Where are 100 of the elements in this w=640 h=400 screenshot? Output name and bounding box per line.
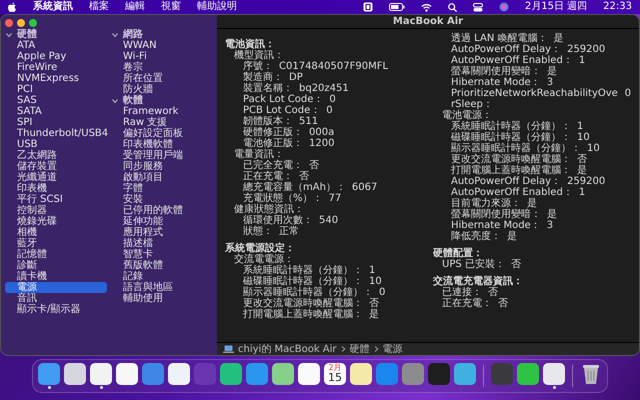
sidebar-item[interactable]: 啟動項目 <box>111 172 213 183</box>
report-value: 259200 <box>567 44 606 55</box>
sidebar-item[interactable]: NVMExpress <box>5 73 107 84</box>
breadcrumb-item[interactable]: 電源 <box>382 342 403 355</box>
sidebar-item[interactable]: WWAN <box>111 40 213 51</box>
chevron-icon[interactable] <box>111 96 119 104</box>
minimize-button[interactable] <box>17 19 25 27</box>
sidebar-item[interactable]: 智慧卡 <box>111 249 213 260</box>
sidebar-item[interactable]: 乙太網路 <box>5 150 107 161</box>
sidebar-item[interactable]: 卷宗 <box>111 62 213 73</box>
sidebar-item[interactable]: 印表機 <box>5 183 107 194</box>
breadcrumb-item[interactable]: 硬體 <box>350 342 370 355</box>
app-icon[interactable] <box>64 363 86 385</box>
menu-bar-date[interactable]: 2月15日 週四 <box>524 0 588 14</box>
report-label: Pack Lot Code： <box>243 94 324 105</box>
sidebar-item[interactable]: 語言與地區 <box>111 282 213 293</box>
sidebar-item[interactable]: 同步服務 <box>111 161 213 172</box>
close-button[interactable] <box>5 19 13 27</box>
menu-item[interactable]: 編輯 <box>125 0 145 14</box>
section-label: 網路 <box>123 29 143 40</box>
zoom-button[interactable] <box>29 19 37 27</box>
menu-item[interactable]: 輔助說明 <box>197 0 237 14</box>
sidebar-item[interactable]: 讀卡機 <box>5 271 107 282</box>
app-icon[interactable] <box>272 363 294 385</box>
sidebar-section-header[interactable]: 硬體 <box>5 29 107 40</box>
sidebar-item[interactable]: 安裝 <box>111 194 213 205</box>
chevron-icon[interactable] <box>111 30 119 38</box>
sidebar-item[interactable]: 偏好設定面板 <box>111 128 213 139</box>
section-label: 軟體 <box>123 95 143 106</box>
sidebar-item[interactable]: FireWire <box>5 62 107 73</box>
sidebar-item[interactable]: 相機 <box>5 227 107 238</box>
app-icon[interactable] <box>298 363 320 385</box>
chevron-icon <box>340 345 346 353</box>
sidebar-item[interactable]: Thunderbolt/USB4 <box>5 128 107 139</box>
sidebar-item[interactable]: 延伸功能 <box>111 216 213 227</box>
apple-icon[interactable] <box>8 2 17 12</box>
search-icon[interactable] <box>448 2 457 12</box>
menu-item[interactable]: 視窗 <box>161 0 181 14</box>
sidebar-item[interactable]: 所在位置 <box>111 73 213 84</box>
sidebar-item[interactable]: 平行 SCSI <box>5 194 107 205</box>
sidebar-section-header[interactable]: 網路 <box>111 29 213 40</box>
report-label: 製造商： <box>243 72 283 83</box>
app-icon[interactable] <box>116 363 138 385</box>
sidebar-item[interactable]: 輔助使用 <box>111 293 213 304</box>
sidebar-item[interactable]: PCI <box>5 84 107 95</box>
sidebar-item[interactable]: 舊版軟體 <box>111 260 213 271</box>
sidebar-item[interactable]: Apple Pay <box>5 51 107 62</box>
menu-item[interactable]: 檔案 <box>89 0 109 14</box>
sidebar-item[interactable]: SAS <box>5 95 107 106</box>
sidebar-item[interactable]: 描述檔 <box>111 238 213 249</box>
sidebar-item[interactable]: 電源 <box>5 282 107 293</box>
app-icon[interactable] <box>350 363 372 385</box>
sidebar-item[interactable]: USB <box>5 139 107 150</box>
control-center-icon[interactable] <box>472 2 483 12</box>
app-icon[interactable] <box>168 363 190 385</box>
report-value: 10 <box>577 132 590 143</box>
sidebar-item[interactable]: 受管理用戶端 <box>111 150 213 161</box>
sidebar-item[interactable]: 控制器 <box>5 205 107 216</box>
report-value: 3 <box>546 77 554 88</box>
sidebar-item[interactable]: 字體 <box>111 183 213 194</box>
sidebar-item[interactable]: 音訊 <box>5 293 107 304</box>
report-label: 磁碟睡眠計時器（分鐘）： <box>451 132 571 143</box>
report-label: 系統睡眠計時器（分鐘）： <box>451 121 571 132</box>
chevron-icon[interactable] <box>5 30 13 38</box>
sidebar-item[interactable]: 診斷 <box>5 260 107 271</box>
sidebar-item[interactable]: 光纖通道 <box>5 172 107 183</box>
app-icon[interactable] <box>220 363 242 385</box>
sidebar-item[interactable]: 已停用的軟體 <box>111 205 213 216</box>
sidebar-item[interactable]: Wi-Fi <box>111 51 213 62</box>
sidebar-item[interactable]: 儲存裝置 <box>5 161 107 172</box>
sidebar-item[interactable]: 印表機軟體 <box>111 139 213 150</box>
menu-bar-clock[interactable]: 22:33 <box>603 0 632 14</box>
app-menu[interactable]: 系統資訊 <box>33 0 73 14</box>
sidebar-item[interactable]: Raw 支援 <box>111 117 213 128</box>
section-heading: 交流電電源： <box>234 254 294 265</box>
breadcrumb-item[interactable]: chiyi的 MacBook Air <box>238 342 337 355</box>
sidebar-item[interactable]: 記錄 <box>111 271 213 282</box>
sidebar-item[interactable]: SATA <box>5 106 107 117</box>
section-heading: 機型資訊： <box>234 50 284 61</box>
report-label: 顯示器睡眠計時器（分鐘）： <box>451 143 581 154</box>
sidebar-item[interactable]: 顯示卡/顯示器 <box>5 304 107 315</box>
sidebar-section-header[interactable]: 軟體 <box>111 95 213 106</box>
wifi-icon[interactable] <box>420 2 432 12</box>
sidebar-item[interactable]: 燒錄光碟 <box>5 216 107 227</box>
report-value: 511 <box>299 116 318 127</box>
sidebar-item[interactable]: Framework <box>111 106 213 117</box>
sidebar-item[interactable]: 藍牙 <box>5 238 107 249</box>
sidebar-item[interactable]: 記憶體 <box>5 249 107 260</box>
input-method-icon[interactable] <box>362 2 373 12</box>
sidebar-item[interactable]: 應用程式 <box>111 227 213 238</box>
sidebar-item[interactable]: ATA <box>5 40 107 51</box>
report-value: 是 <box>577 165 587 176</box>
battery-icon[interactable] <box>388 3 405 11</box>
trash-icon[interactable] <box>580 363 602 385</box>
app-icon[interactable] <box>90 363 112 385</box>
siri-icon[interactable] <box>498 2 509 12</box>
calendar-icon[interactable]: 2月 15 <box>324 363 346 385</box>
sidebar-item[interactable]: SPI <box>5 117 107 128</box>
app-icon[interactable] <box>543 363 565 385</box>
sidebar-item[interactable]: 防火牆 <box>111 84 213 95</box>
